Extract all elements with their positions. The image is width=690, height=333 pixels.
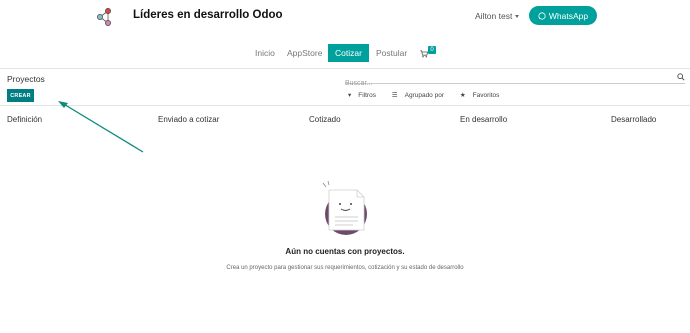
kanban-columns: Definición Enviado a cotizar Cotizado En… — [0, 108, 690, 130]
column-header[interactable]: Desarrollado — [611, 115, 656, 124]
nav-item-cotizar[interactable]: Cotizar — [328, 44, 369, 62]
main-nav: Inicio AppStore Cotizar Postular 0 — [0, 44, 690, 62]
whatsapp-button[interactable]: WhatsApp — [529, 6, 597, 25]
cart-button[interactable]: 0 — [420, 46, 440, 60]
search-options: ▾ Filtros ☰ Agrupado por ★ Favoritos — [348, 91, 513, 99]
column-header[interactable]: Cotizado — [309, 115, 341, 124]
cart-icon — [420, 50, 428, 58]
nav-item-postular[interactable]: Postular — [376, 44, 407, 62]
brand-name[interactable]: Líderes en desarrollo Odoo — [133, 9, 283, 21]
search-input[interactable] — [345, 78, 665, 89]
whatsapp-icon — [538, 11, 546, 20]
create-button[interactable]: CREAR — [7, 89, 34, 102]
column-header[interactable]: En desarrollo — [460, 115, 507, 124]
user-menu[interactable]: Ailton test — [475, 11, 520, 21]
cart-count-badge: 0 — [428, 46, 436, 54]
groupby-button[interactable]: ☰ Agrupado por — [392, 92, 451, 99]
groupby-label: Agrupado por — [404, 92, 444, 99]
filters-button[interactable]: ▾ Filtros — [348, 92, 383, 99]
column-header[interactable]: Enviado a cotizar — [158, 115, 219, 124]
search-bar — [345, 72, 685, 89]
caret-down-icon — [515, 15, 520, 19]
empty-document-icon — [322, 180, 367, 235]
user-name: Ailton test — [475, 11, 513, 21]
search-icon[interactable] — [677, 73, 685, 81]
list-icon: ☰ — [391, 92, 398, 99]
breadcrumb-title: Proyectos — [7, 74, 45, 84]
empty-state-title: Aún no cuentas con proyectos. — [285, 247, 405, 256]
favorites-button[interactable]: ★ Favoritos — [460, 92, 507, 99]
column-header[interactable]: Definición — [7, 115, 42, 124]
top-header: Líderes en desarrollo Odoo Ailton test W… — [0, 0, 690, 36]
control-panel: Proyectos CREAR ▾ Filtros ☰ Agrupado por ★… — [0, 68, 690, 106]
nav-item-inicio[interactable]: Inicio — [255, 44, 275, 62]
nav-item-appstore[interactable]: AppStore — [287, 44, 322, 62]
filter-icon: ▾ — [348, 92, 352, 99]
favorites-label: Favoritos — [472, 92, 500, 99]
whatsapp-label: WhatsApp — [548, 10, 589, 21]
star-icon: ★ — [459, 92, 466, 99]
brand-logo-icon[interactable] — [95, 6, 117, 28]
filters-label: Filtros — [358, 92, 376, 99]
empty-state-text: Crea un proyecto para gestionar sus requ… — [226, 265, 464, 271]
